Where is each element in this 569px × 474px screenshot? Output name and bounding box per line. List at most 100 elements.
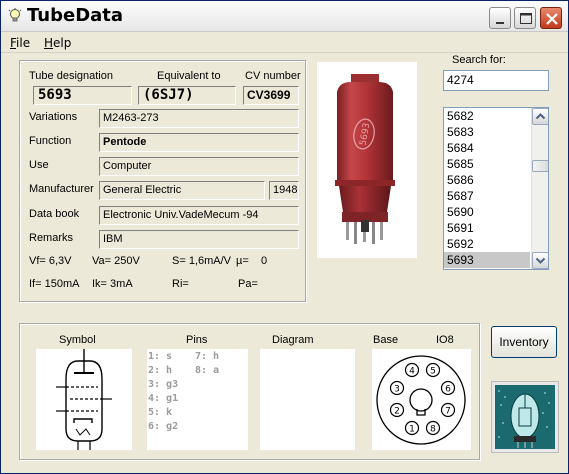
title-bar[interactable]: TubeData: [1, 1, 568, 32]
cv-field: CV3699: [243, 86, 299, 105]
use-field: Computer: [99, 157, 299, 176]
pins-panel: 1: s 2: h 3: g3 4: g1 5: k 6: g2 7: h 8:…: [147, 349, 248, 450]
base-pin-label: 3: [394, 385, 400, 395]
base-type: IO8: [436, 334, 454, 346]
pins-list-right: 7: h 8: a: [195, 350, 219, 378]
variations-field: M2463-273: [99, 109, 299, 128]
minimize-button[interactable]: [489, 7, 511, 29]
base-pin-label: 6: [445, 385, 451, 395]
list-item[interactable]: 5692: [444, 236, 530, 252]
tube-logo-icon: [495, 385, 555, 449]
equivalent-field: (6SJ7): [138, 86, 236, 105]
search-input[interactable]: 4274: [443, 70, 549, 91]
param-mu: µ=: [236, 255, 249, 267]
remarks-label: Remarks: [29, 232, 74, 244]
list-item[interactable]: 5686: [444, 172, 530, 188]
search-label: Search for:: [452, 54, 506, 66]
param-pa: Pa=: [238, 278, 258, 290]
chevron-down-icon: [535, 257, 546, 264]
pin-5: 5: k: [148, 407, 173, 418]
base-pin: 2: [389, 402, 405, 418]
databook-field: Electronic Univ.VadeMecum -94: [99, 206, 299, 225]
list-item[interactable]: 5693: [444, 252, 530, 268]
list-item[interactable]: 5684: [444, 140, 530, 156]
pin-1: 1: s: [148, 351, 173, 362]
pins-label: Pins: [186, 334, 208, 346]
window-title: TubeData: [27, 5, 124, 26]
octal-base-icon: 12 34 56 78: [376, 355, 466, 445]
function-field: Pentode: [99, 133, 299, 152]
app-window: TubeData File Help Tube designation Equi…: [0, 0, 569, 474]
inventory-button[interactable]: Inventory: [491, 326, 557, 358]
base-pin-label: 8: [430, 425, 436, 435]
close-button[interactable]: [540, 7, 562, 29]
base-pin-label: 2: [394, 407, 400, 417]
menu-bar: File Help: [1, 33, 568, 53]
logo-button[interactable]: [491, 381, 559, 453]
list-item[interactable]: 5683: [444, 124, 530, 140]
maximize-icon: [520, 13, 532, 24]
pin-3: 3: g3: [148, 379, 179, 390]
base-panel: 12 34 56 78: [372, 349, 471, 450]
tube-photo: 5693: [317, 62, 417, 258]
list-item[interactable]: 5687: [444, 188, 530, 204]
param-mu-value: 0: [261, 255, 268, 267]
cv-label: CV number: [245, 70, 301, 82]
list-item[interactable]: 5682: [444, 108, 530, 124]
minimize-icon: [496, 22, 504, 24]
base-pin-label: 1: [409, 425, 415, 435]
base-pin: 4: [404, 362, 420, 378]
param-vf: Vf= 6,3V: [29, 255, 72, 267]
year-field: 1948: [269, 181, 299, 200]
base-pin: 1: [404, 420, 420, 436]
base-pin: 8: [425, 420, 441, 436]
tube-listbox[interactable]: 5682 5683 5684 5685 5686 5687 5690 5691 5692 5693: [443, 107, 549, 270]
function-label: Function: [29, 135, 72, 147]
pin-7: 7: h: [195, 351, 220, 362]
databook-label: Data book: [29, 208, 80, 220]
designation-field: 5693: [33, 86, 132, 105]
symbol-label: Symbol: [59, 334, 96, 346]
variations-label: Variations: [29, 111, 78, 123]
base-pin-label: 5: [430, 367, 436, 377]
list-item[interactable]: 5690: [444, 204, 530, 220]
diagram-label: Diagram: [272, 334, 314, 346]
symbol-panel: [36, 349, 132, 450]
param-ri: Ri=: [172, 278, 189, 290]
scroll-up-button[interactable]: [532, 108, 548, 125]
list-scrollbar[interactable]: [531, 108, 548, 269]
base-label: Base: [373, 334, 399, 346]
close-icon: [546, 13, 558, 25]
tube-photo-image: 5693: [335, 74, 395, 244]
pin-2: 2: h: [148, 365, 173, 376]
list-item[interactable]: 5691: [444, 220, 530, 236]
list-item[interactable]: 5685: [444, 156, 530, 172]
pin-4: 4: g1: [148, 393, 179, 404]
manufacturer-label: Manufacturer: [29, 183, 94, 195]
base-pin: 5: [425, 362, 441, 378]
menu-help[interactable]: Help: [44, 36, 71, 50]
param-ik: Ik= 3mA: [92, 278, 133, 290]
param-s: S= 1,6mA/V: [172, 255, 232, 267]
base-pins: 12 34 56 78: [389, 362, 456, 436]
base-pin-label: 7: [445, 407, 451, 417]
pins-list-left: 1: s 2: h 3: g3 4: g1 5: k 6: g2: [148, 350, 178, 434]
scroll-thumb[interactable]: [532, 160, 548, 172]
use-label: Use: [29, 159, 49, 171]
param-if: If= 150mA: [29, 278, 80, 290]
diagram-panel: [260, 349, 355, 450]
base-pin-label: 4: [409, 367, 415, 377]
pentode-symbol-icon: [56, 349, 112, 450]
chevron-up-icon: [535, 113, 546, 120]
remarks-field: IBM: [99, 230, 299, 249]
designation-label: Tube designation: [29, 70, 113, 82]
menu-file[interactable]: File: [10, 36, 30, 50]
param-va: Va= 250V: [92, 255, 140, 267]
base-pin: 3: [389, 380, 405, 396]
base-pin: 6: [440, 380, 456, 396]
pin-8: 8: a: [195, 365, 220, 376]
lightbulb-icon: [8, 8, 22, 22]
equivalent-label: Equivalent to: [157, 70, 221, 82]
scroll-down-button[interactable]: [532, 252, 548, 269]
maximize-button[interactable]: [514, 7, 536, 29]
